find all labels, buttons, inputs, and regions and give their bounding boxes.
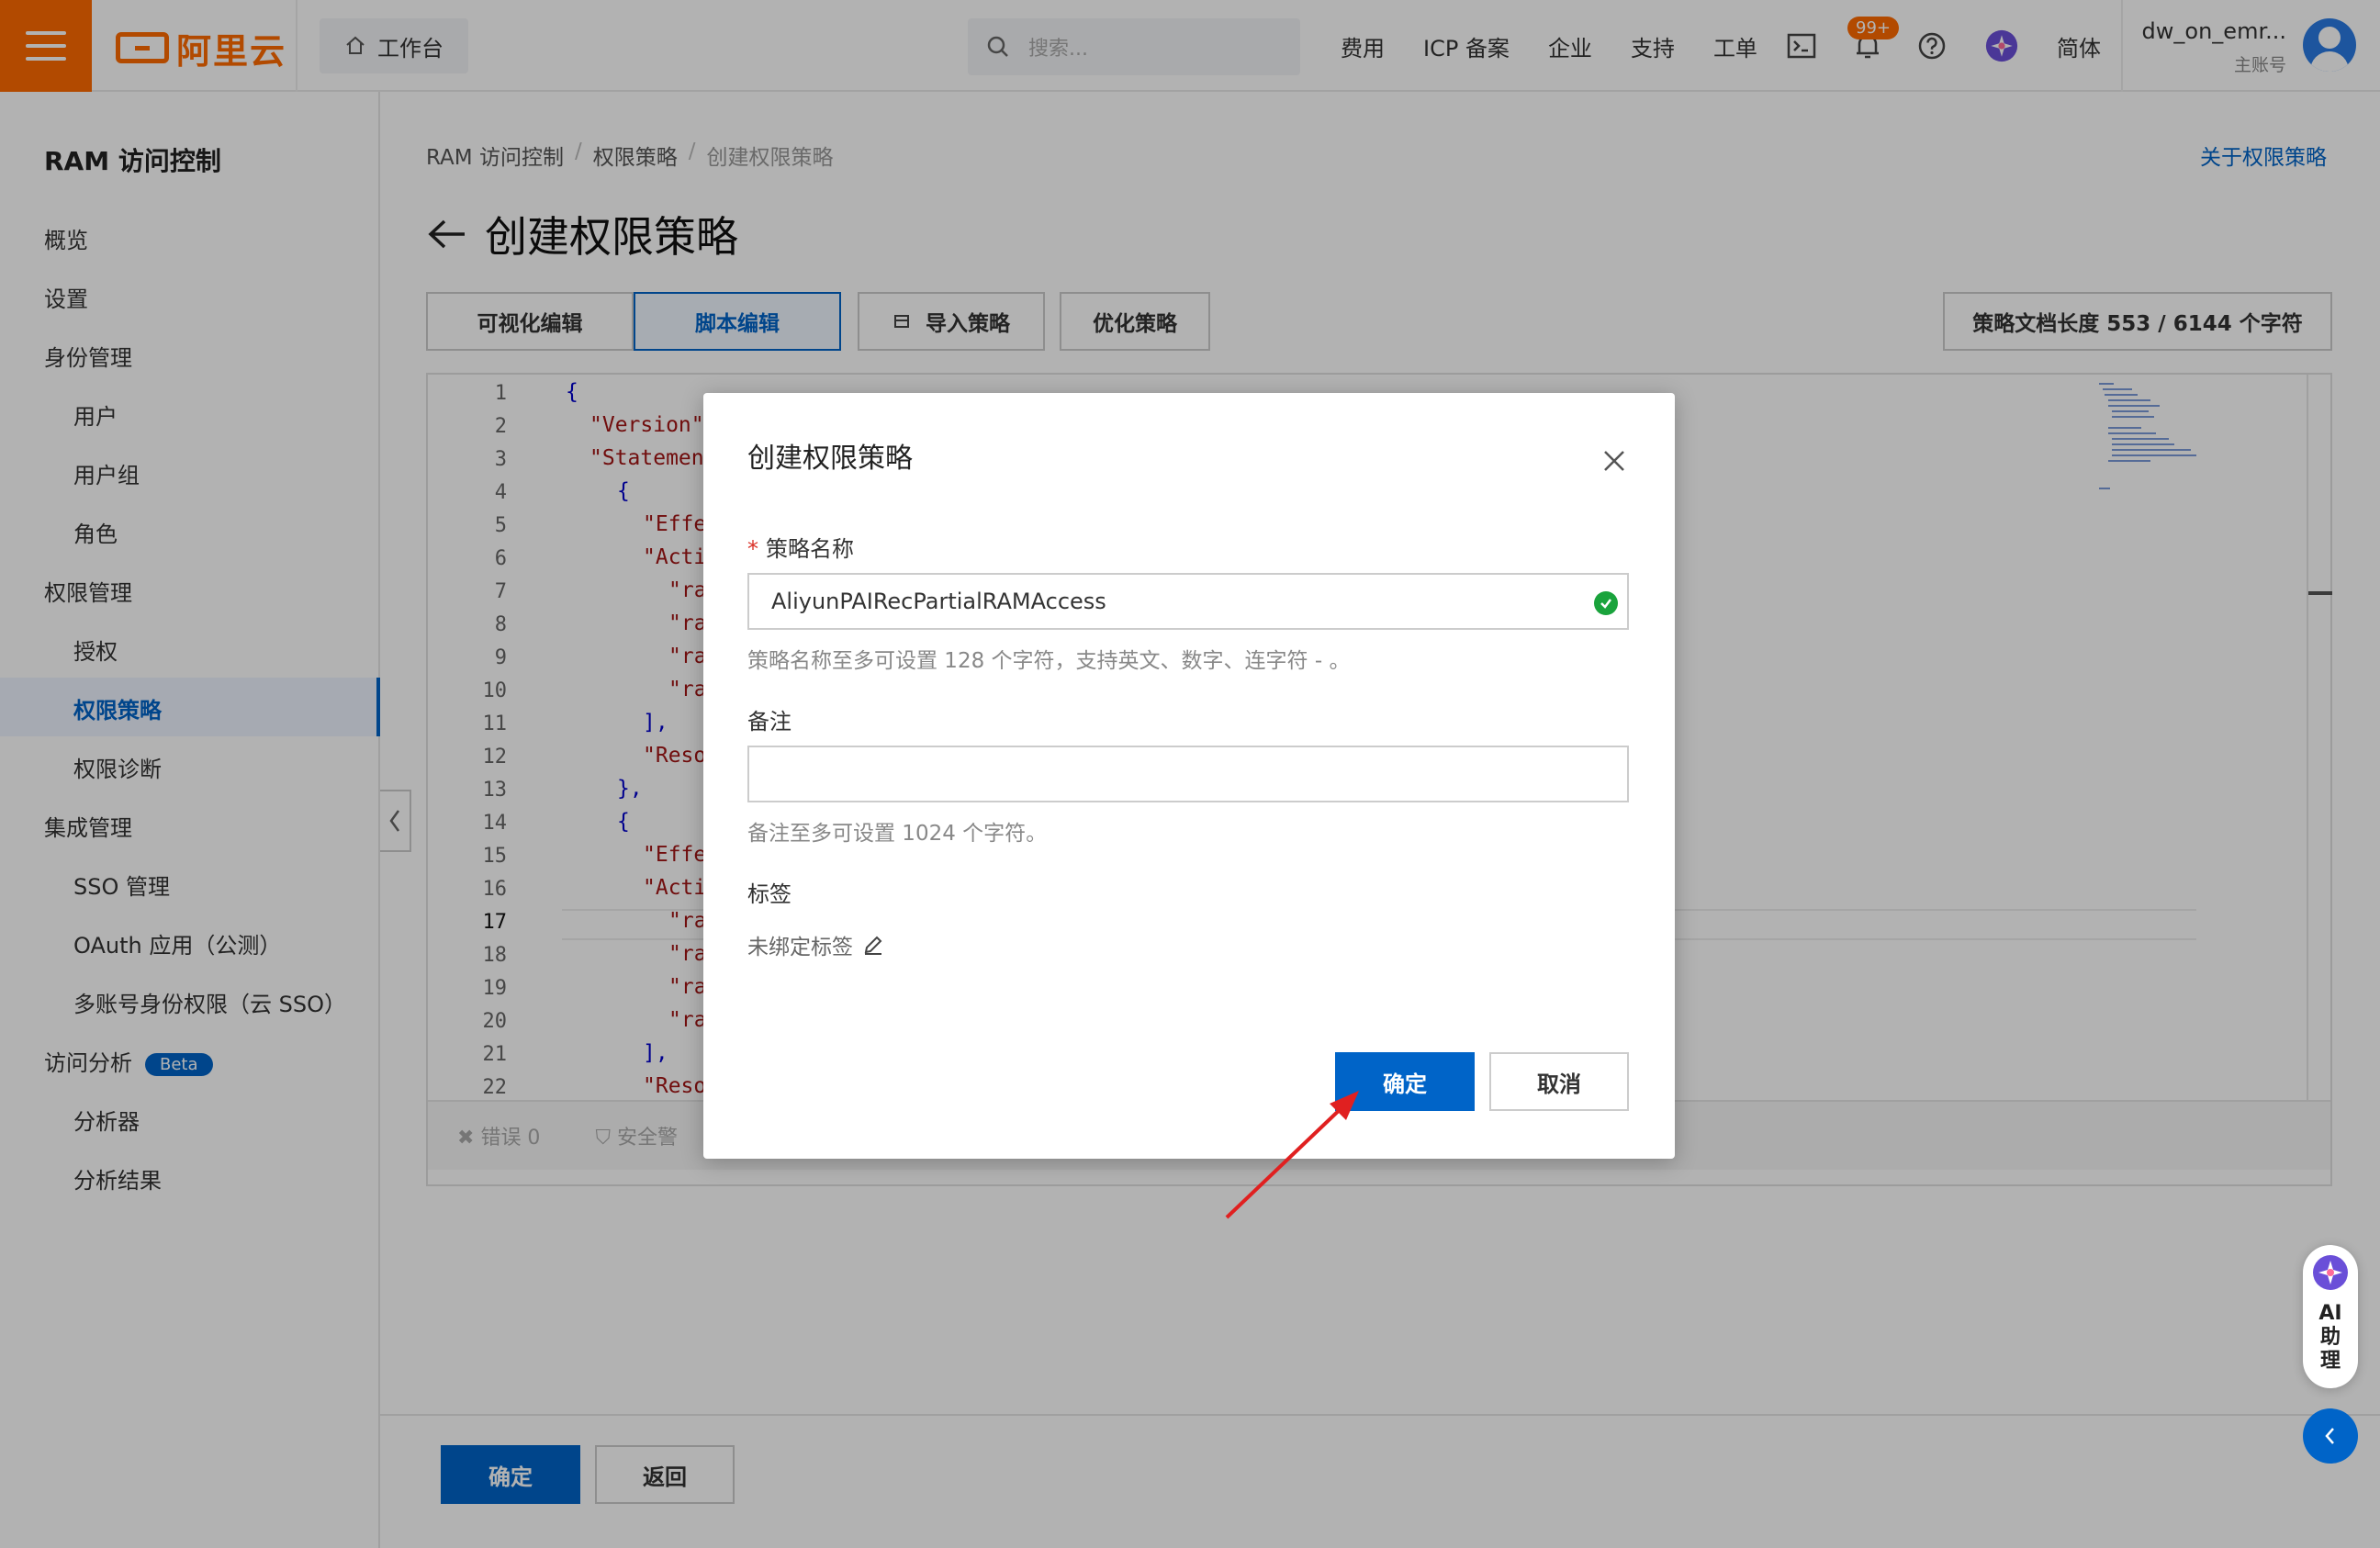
policy-name-hint: 策略名称至多可设置 128 个字符，支持英文、数字、连字符 - 。 [747, 649, 1351, 673]
float-collapse-button[interactable] [2303, 1408, 2358, 1464]
ai-assistant-button[interactable]: AI助理 [2303, 1245, 2358, 1388]
note-hint: 备注至多可设置 1024 个字符。 [747, 822, 1048, 846]
page: 阿里云 工作台 搜索... 费用 ICP 备案 企业 支持 工单 99+ 简体 … [0, 0, 2380, 1548]
edit-pencil-icon[interactable] [862, 934, 884, 956]
policy-name-label-text: 策略名称 [766, 536, 854, 562]
tag-editor[interactable]: 未绑定标签 [747, 929, 884, 960]
note-label: 备注 [747, 709, 791, 735]
ai-star-icon [2313, 1255, 2348, 1290]
chevron-left-icon [2325, 1428, 2334, 1444]
required-marker: * [747, 536, 758, 562]
policy-name-label: * 策略名称 [747, 531, 854, 563]
dialog-title: 创建权限策略 [747, 443, 913, 475]
policy-name-value: AliyunPAIRecPartialRAMAccess [771, 589, 1106, 614]
close-icon[interactable] [1600, 446, 1629, 476]
annotation-arrow [1225, 1091, 1359, 1219]
tag-label: 标签 [747, 881, 791, 907]
ai-assistant-label: AI助理 [2318, 1302, 2342, 1373]
note-input[interactable] [747, 746, 1629, 802]
valid-check-icon [1594, 591, 1618, 615]
policy-name-input[interactable]: AliyunPAIRecPartialRAMAccess [747, 573, 1629, 630]
tag-value: 未绑定标签 [747, 936, 853, 959]
dialog-cancel-button[interactable]: 取消 [1489, 1052, 1629, 1111]
create-policy-dialog: 创建权限策略 * 策略名称 AliyunPAIRecPartialRAMAcces… [703, 393, 1675, 1159]
